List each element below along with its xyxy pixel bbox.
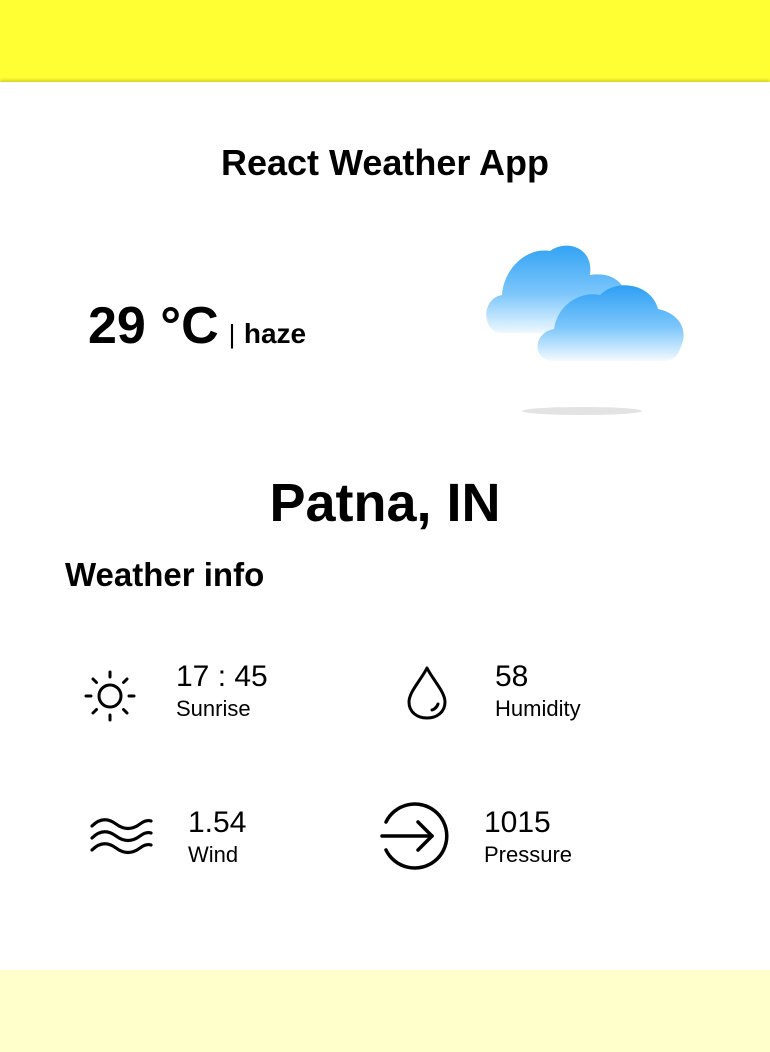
sunrise-value: 17 : 45	[176, 660, 268, 693]
app-title: React Weather App	[220, 142, 550, 183]
pressure-value: 1015	[484, 806, 551, 839]
wind-label: Wind	[188, 842, 239, 867]
temperature-separator: |	[228, 319, 236, 349]
top-banner	[0, 0, 770, 82]
temperature: 29 °C	[88, 297, 219, 355]
pressure-arrow-icon	[380, 802, 449, 870]
cloud-icon	[486, 245, 684, 415]
humidity-label: Humidity	[495, 696, 581, 721]
weather-info-heading: Weather info	[65, 556, 265, 593]
humidity-value: 58	[495, 660, 529, 693]
pressure-label: Pressure	[484, 842, 573, 867]
wind-icon	[90, 818, 153, 855]
weather-description: haze	[243, 318, 307, 349]
sunrise-label: Sunrise	[176, 696, 251, 721]
weather-card: React Weather App 29 °C | haze Patna, IN …	[0, 82, 770, 970]
city-name: Patna, IN	[269, 473, 501, 533]
droplet-icon	[407, 666, 447, 720]
sun-icon	[84, 670, 136, 722]
wind-value: 1.54	[188, 806, 247, 839]
current-weather: 29 °C | haze	[88, 296, 306, 356]
bottom-banner	[0, 970, 770, 1052]
